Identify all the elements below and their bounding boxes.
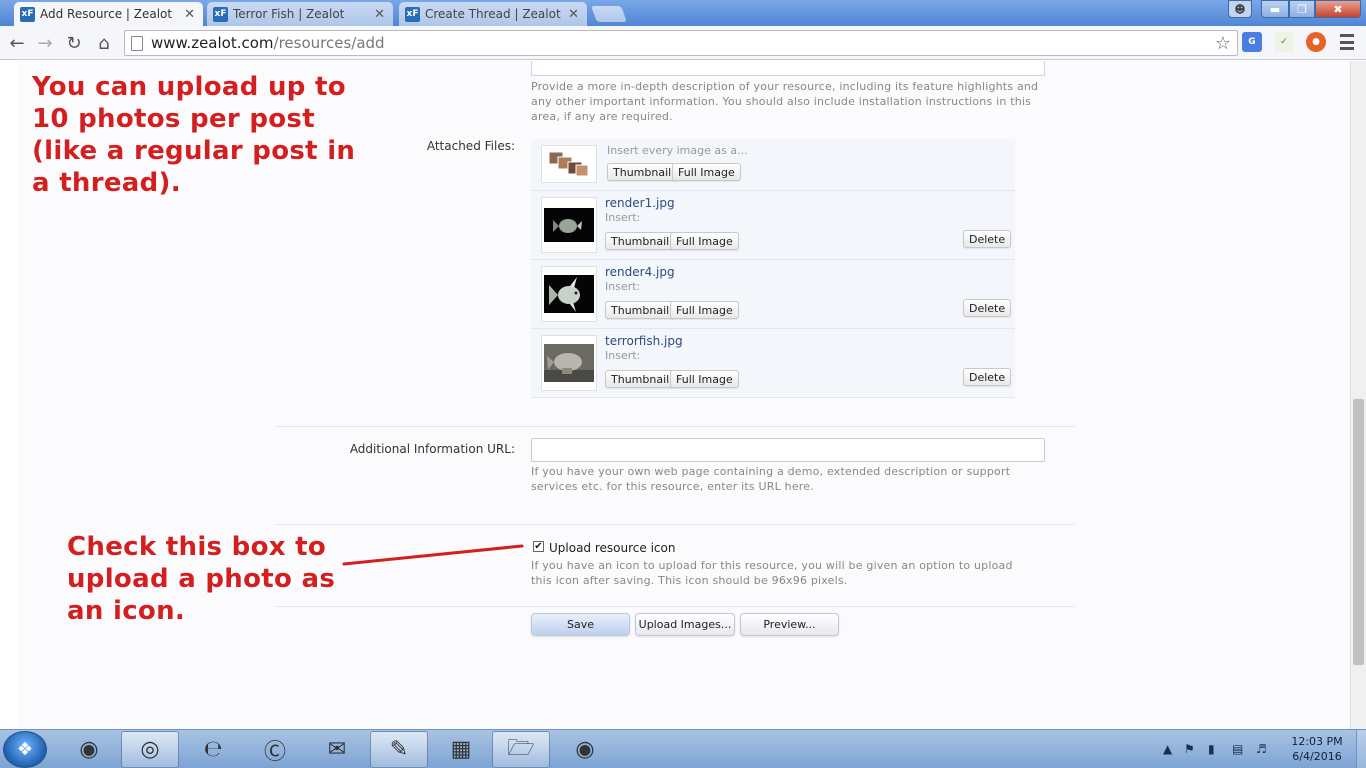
extension-badge-icon[interactable]: ● [1306, 32, 1326, 52]
drawing-app-icon[interactable]: ▦ [432, 731, 490, 768]
bookmark-star-icon[interactable]: ☆ [1215, 33, 1231, 54]
internet-explorer-icon[interactable]: ℮ [184, 731, 242, 768]
tab-add-resource[interactable]: xF Add Resource | Zealot ✕ [14, 2, 203, 26]
clock-date: 6/4/2016 [1292, 750, 1342, 763]
network-signal-icon[interactable]: ▤ [1232, 742, 1243, 756]
chrome-icon[interactable]: ◎ [121, 731, 179, 768]
windows-start-button[interactable]: ❖ [3, 731, 47, 768]
forward-arrow-icon[interactable]: → [33, 31, 57, 55]
show-desktop-button[interactable] [1356, 730, 1366, 768]
page-scrollbar[interactable] [1350, 61, 1366, 729]
address-bar[interactable]: www.zealot.com/resources/add ☆ [124, 30, 1238, 56]
system-clock[interactable]: 12:03 PM 6/4/2016 [1285, 734, 1349, 764]
minimize-button[interactable]: ▬ [1261, 0, 1289, 18]
page-viewport: Provide a more in-depth description of y… [0, 61, 1366, 729]
back-arrow-icon[interactable]: ← [5, 31, 29, 55]
new-tab-button[interactable] [591, 6, 627, 22]
spellcheck-extension-icon[interactable]: ✓ [1274, 32, 1294, 52]
tab-create-thread[interactable]: xF Create Thread | Zealot ✕ [399, 2, 587, 26]
url-host: www.zealot.com [151, 34, 274, 52]
user-profile-icon[interactable]: ☻ [1228, 0, 1252, 18]
battery-icon[interactable]: ▮ [1208, 742, 1215, 756]
tab-terror-fish[interactable]: xF Terror Fish | Zealot ✕ [207, 2, 393, 26]
page-icon [131, 35, 143, 51]
maximize-button[interactable]: ❐ [1289, 0, 1315, 18]
window-close-button[interactable]: ✖ [1315, 0, 1361, 18]
firefox-icon[interactable]: ◉ [60, 731, 118, 768]
scrollbar-thumb[interactable] [1353, 399, 1364, 665]
annotation-pointer-line [342, 544, 524, 566]
home-icon[interactable]: ⌂ [92, 31, 116, 55]
tab-title: Add Resource | Zealot [40, 7, 173, 21]
close-icon[interactable]: ✕ [184, 7, 195, 22]
action-center-flag-icon[interactable]: ⚑ [1184, 742, 1195, 756]
browser-menu-icon[interactable] [1340, 34, 1354, 50]
browser-toolbar: ← → ↻ ⌂ www.zealot.com/resources/add ☆ G… [0, 26, 1366, 60]
browser-tab-strip: xF Add Resource | Zealot ✕ xF Terror Fis… [0, 0, 1366, 26]
reload-icon[interactable]: ↻ [62, 31, 86, 55]
clock-time: 12:03 PM [1291, 735, 1343, 748]
windows-taskbar: ❖ ◉ ◎ ℮ Ⓒ ✉ ✎ ▦ 🗁 ◉ ▲ ⚑ ▮ ▤ ♬ 12:03 PM 6… [0, 729, 1366, 768]
tab-title: Create Thread | Zealot [425, 7, 561, 21]
url-path: /resources/add [273, 34, 385, 52]
volume-muted-icon[interactable]: ♬ [1256, 742, 1267, 756]
xenforo-favicon-icon: xF [405, 6, 420, 22]
close-icon[interactable]: ✕ [568, 7, 579, 22]
camera-app-icon[interactable]: ◉ [556, 731, 614, 768]
paint-icon[interactable]: ✎ [370, 731, 428, 768]
xenforo-favicon-icon: xF [20, 6, 35, 22]
skype-icon[interactable]: Ⓒ [246, 731, 304, 768]
xenforo-favicon-icon: xF [213, 6, 228, 22]
file-explorer-icon[interactable]: 🗁 [492, 731, 550, 768]
close-icon[interactable]: ✕ [374, 7, 385, 22]
tab-title: Terror Fish | Zealot [233, 7, 345, 21]
translate-extension-icon[interactable]: G [1242, 32, 1262, 52]
thunderbird-icon[interactable]: ✉ [308, 731, 366, 768]
tray-expand-icon[interactable]: ▲ [1163, 742, 1172, 756]
